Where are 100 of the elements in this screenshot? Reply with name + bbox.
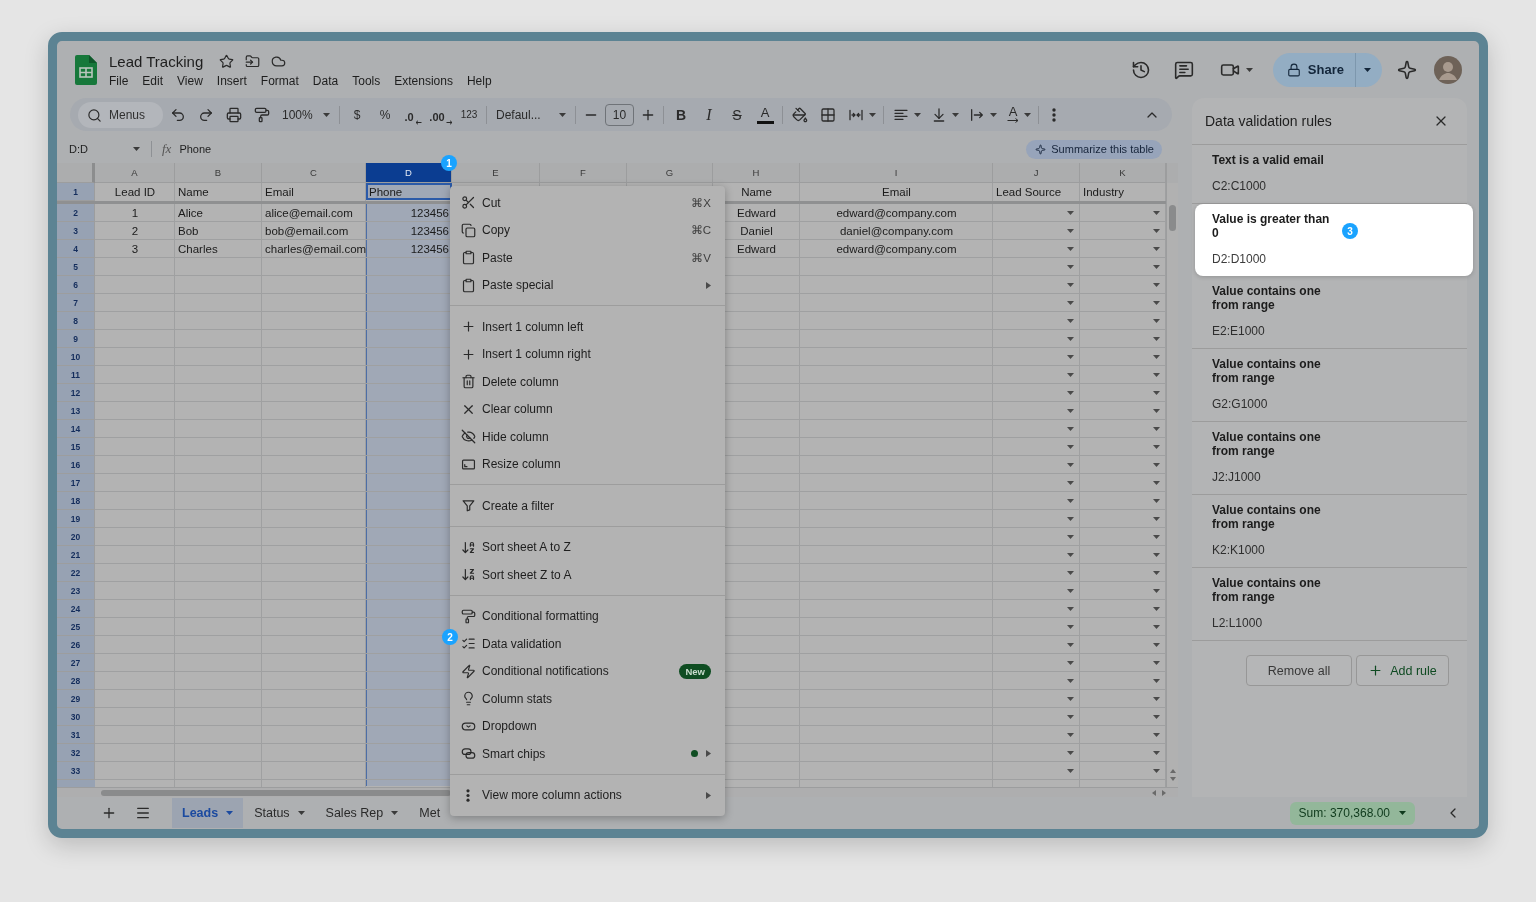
percent-button[interactable]: % xyxy=(371,101,399,128)
summarize-chip[interactable]: Summarize this table xyxy=(1026,139,1162,159)
column-header[interactable]: H xyxy=(713,163,800,183)
scroll-down-icon[interactable] xyxy=(1169,777,1176,781)
dropdown-caret-icon[interactable] xyxy=(1067,678,1074,683)
row-number[interactable]: 33 xyxy=(57,762,95,780)
dropdown-caret-icon[interactable] xyxy=(1153,408,1160,413)
scroll-right-icon[interactable] xyxy=(1162,789,1166,796)
menu-item[interactable]: Conditional notifications New xyxy=(458,657,725,685)
dropdown-caret-icon[interactable] xyxy=(1153,624,1160,629)
menu-bar-item[interactable]: Edit xyxy=(135,73,171,89)
increase-decimal-button[interactable]: .00 xyxy=(427,103,455,126)
dropdown-caret-icon[interactable] xyxy=(1067,426,1074,431)
row-number[interactable]: 5 xyxy=(57,258,95,276)
dropdown-caret-icon[interactable] xyxy=(1153,570,1160,575)
column-header[interactable]: B xyxy=(175,163,262,183)
dropdown-caret-icon[interactable] xyxy=(1153,354,1160,359)
dropdown-caret-icon[interactable] xyxy=(1153,246,1160,251)
font-size-field[interactable]: 10 xyxy=(605,103,634,126)
row-number[interactable]: 3 xyxy=(57,222,95,240)
plus-icon[interactable] xyxy=(101,805,117,821)
dropdown-caret-icon[interactable] xyxy=(1153,660,1160,665)
row-number[interactable]: 6 xyxy=(57,276,95,294)
row-number[interactable]: 23 xyxy=(57,582,95,600)
vertical-scrollbar[interactable] xyxy=(1167,183,1178,787)
menu-item[interactable]: Delete column xyxy=(458,368,725,396)
dropdown-caret-icon[interactable] xyxy=(1067,480,1074,485)
dropdown-caret-icon[interactable] xyxy=(1067,354,1074,359)
decrease-decimal-button[interactable]: .0 xyxy=(399,103,427,126)
sheet-tab[interactable]: Met xyxy=(409,798,441,828)
dropdown-caret-icon[interactable] xyxy=(1067,732,1074,737)
dropdown-caret-icon[interactable] xyxy=(1067,714,1074,719)
dropdown-caret-icon[interactable] xyxy=(1067,300,1074,305)
row-number[interactable]: 30 xyxy=(57,708,95,726)
dropdown-caret-icon[interactable] xyxy=(1153,228,1160,233)
sum-chip[interactable]: Sum: 370,368.00 xyxy=(1289,801,1415,825)
dropdown-caret-icon[interactable] xyxy=(1153,480,1160,485)
validation-rule[interactable]: Value contains one from range G2:G1000 xyxy=(1192,349,1467,422)
menu-item[interactable]: Insert 1 column left xyxy=(458,313,725,341)
dropdown-caret-icon[interactable] xyxy=(1153,462,1160,467)
row-number[interactable]: 17 xyxy=(57,474,95,492)
dropdown-caret-icon[interactable] xyxy=(1153,750,1160,755)
dropdown-caret-icon[interactable] xyxy=(1067,768,1074,773)
row-number[interactable]: 20 xyxy=(57,528,95,546)
dropdown-caret-icon[interactable] xyxy=(1153,318,1160,323)
menu-item[interactable]: Dropdown xyxy=(458,712,725,740)
dropdown-caret-icon[interactable] xyxy=(1153,588,1160,593)
scroll-up-icon[interactable] xyxy=(1169,769,1176,773)
row-number[interactable]: 31 xyxy=(57,726,95,744)
dropdown-caret-icon[interactable] xyxy=(1153,372,1160,377)
menu-bar-item[interactable]: Tools xyxy=(345,73,388,89)
row-number[interactable]: 8 xyxy=(57,312,95,330)
dropdown-caret-icon[interactable] xyxy=(1153,606,1160,611)
menu-item[interactable]: Clear column xyxy=(458,395,725,423)
dropdown-caret-icon[interactable] xyxy=(1153,390,1160,395)
dropdown-caret-icon[interactable] xyxy=(1067,444,1074,449)
dropdown-caret-icon[interactable] xyxy=(1067,750,1074,755)
currency-button[interactable]: $ xyxy=(343,101,371,128)
dropdown-caret-icon[interactable] xyxy=(1067,408,1074,413)
more-icon[interactable] xyxy=(1052,107,1056,122)
menu-item[interactable]: Smart chips xyxy=(458,740,725,768)
dropdown-caret-icon[interactable] xyxy=(1067,282,1074,287)
validation-rule[interactable]: Value contains one from range L2:L1000 xyxy=(1192,568,1467,641)
dropdown-caret-icon[interactable] xyxy=(1153,516,1160,521)
dropdown-caret-icon[interactable] xyxy=(1153,642,1160,647)
menu-item[interactable]: Hide column xyxy=(458,423,725,451)
menu-item[interactable]: View more column actions xyxy=(458,781,725,809)
menu-item[interactable]: Sort sheet A to Z xyxy=(458,533,725,561)
dropdown-caret-icon[interactable] xyxy=(1067,246,1074,251)
folder-arrow-icon[interactable] xyxy=(245,53,261,69)
row-number[interactable]: 19 xyxy=(57,510,95,528)
dropdown-caret-icon[interactable] xyxy=(1067,462,1074,467)
column-header[interactable]: J xyxy=(993,163,1080,183)
dropdown-caret-icon[interactable] xyxy=(1067,660,1074,665)
font-select[interactable]: Defaul... xyxy=(490,101,572,128)
row-number[interactable]: 16 xyxy=(57,456,95,474)
menu-bar-item[interactable]: Format xyxy=(253,73,306,89)
remove-all-button[interactable]: Remove all xyxy=(1246,655,1352,686)
dropdown-caret-icon[interactable] xyxy=(1067,516,1074,521)
row-number[interactable]: 11 xyxy=(57,366,95,384)
row-number[interactable]: 18 xyxy=(57,492,95,510)
dropdown-caret-icon[interactable] xyxy=(1067,552,1074,557)
dropdown-caret-icon[interactable] xyxy=(1067,696,1074,701)
menu-bar-item[interactable]: File xyxy=(102,73,136,89)
validation-rule[interactable]: Value contains one from range K2:K1000 xyxy=(1192,495,1467,568)
dropdown-caret-icon[interactable] xyxy=(1067,210,1074,215)
menu-item[interactable]: Data validation xyxy=(458,630,725,658)
dropdown-caret-icon[interactable] xyxy=(1067,570,1074,575)
column-header[interactable]: K xyxy=(1080,163,1166,183)
history-icon[interactable] xyxy=(1130,59,1151,80)
column-header[interactable]: A xyxy=(95,163,175,183)
menu-bar-item[interactable]: View xyxy=(170,73,210,89)
zoom-select[interactable]: 100% xyxy=(276,101,336,128)
menu-item[interactable]: Column stats xyxy=(458,685,725,713)
dropdown-caret-icon[interactable] xyxy=(1067,264,1074,269)
menu-item[interactable]: Insert 1 column right xyxy=(458,340,725,368)
row-number[interactable]: 2 xyxy=(57,204,95,222)
row-number[interactable]: 12 xyxy=(57,384,95,402)
row-number[interactable]: 14 xyxy=(57,420,95,438)
menu-item[interactable]: Create a filter xyxy=(458,492,725,520)
